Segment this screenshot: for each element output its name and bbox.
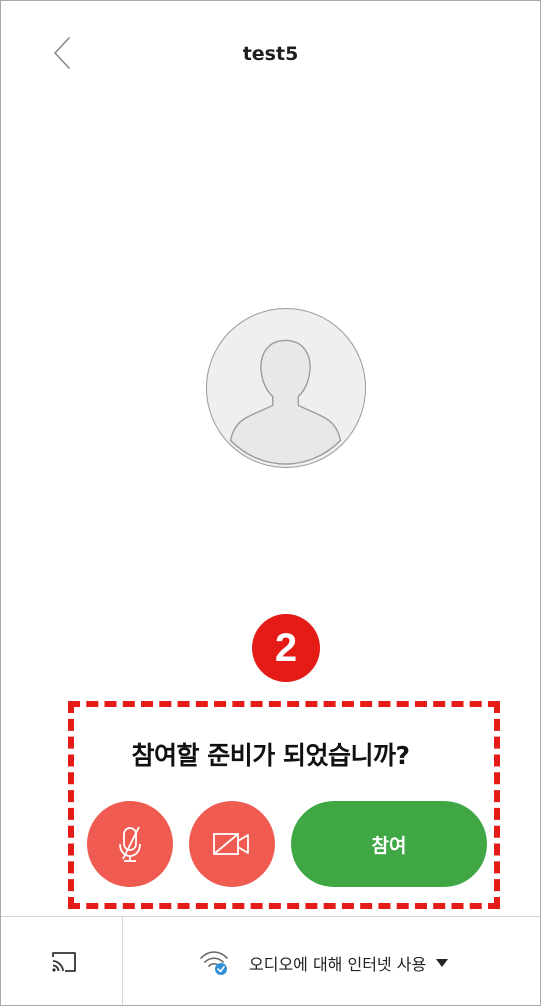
- camera-toggle-button[interactable]: [189, 801, 275, 887]
- cast-icon: [52, 952, 76, 972]
- default-user-avatar-icon: [229, 339, 342, 465]
- join-button[interactable]: 참여: [291, 801, 487, 887]
- audio-source-dropdown[interactable]: 오디오에 대해 인터넷 사용: [199, 949, 449, 977]
- cast-button[interactable]: [51, 951, 77, 973]
- app-screen: test5 2 참여할 준비가 되었습니까? 참여 오디오에 대해 인터넷 사용: [0, 0, 541, 1007]
- meeting-title: test5: [242, 43, 299, 65]
- step-badge: 2: [252, 614, 320, 682]
- microphone-toggle-button[interactable]: [87, 801, 173, 887]
- caret-down-icon: [436, 959, 449, 967]
- ready-prompt: 참여할 준비가 되었습니까?: [131, 741, 410, 770]
- audio-source-label: 오디오에 대해 인터넷 사용: [249, 955, 427, 974]
- wifi-check-icon: [200, 951, 228, 975]
- avatar: [206, 308, 366, 468]
- video-off-icon: [213, 833, 249, 855]
- bottom-bar-divider: [1, 916, 540, 917]
- bottom-bar-separator: [122, 917, 123, 1007]
- microphone-muted-icon: [119, 826, 141, 862]
